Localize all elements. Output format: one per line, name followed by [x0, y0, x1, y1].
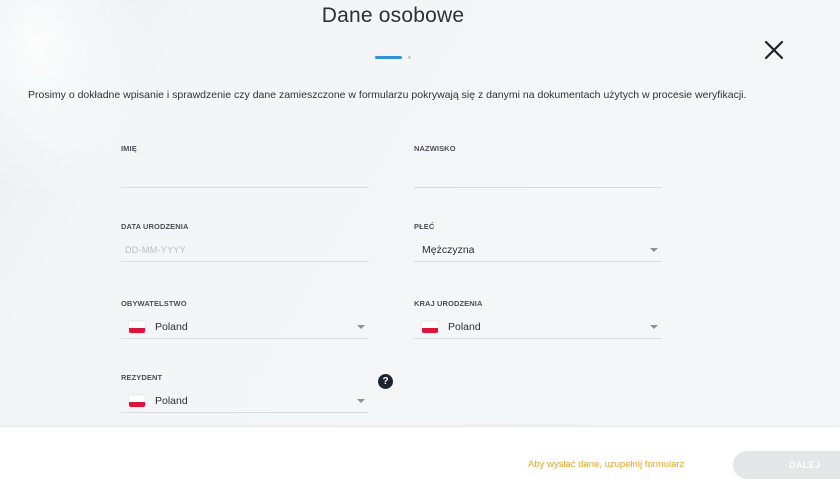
birth-country-field: KRAJ URODZENIA Poland — [414, 299, 662, 339]
page-title: Dane osobowe — [321, 4, 465, 27]
poland-flag-icon — [129, 321, 145, 333]
gender-label: PŁEĆ — [414, 222, 435, 231]
last-name-field: NAZWISKO — [414, 144, 662, 188]
poland-flag-icon — [129, 395, 145, 407]
birth-country-label: KRAJ URODZENIA — [414, 299, 483, 308]
poland-flag-icon — [422, 321, 438, 333]
birth-date-placeholder: DD-MM-YYYY — [125, 245, 186, 255]
first-name-label: IMIĘ — [121, 144, 137, 153]
birth-date-field: DATA URODZENIA DD-MM-YYYY — [121, 222, 369, 262]
chevron-down-icon — [357, 399, 365, 403]
last-name-input[interactable] — [414, 165, 662, 188]
citizenship-field: OBYWATELSTWO Poland — [121, 299, 369, 339]
citizenship-label: OBYWATELSTWO — [121, 299, 187, 308]
help-icon[interactable]: ? — [378, 374, 393, 389]
form-incomplete-message: Aby wysłać dane, uzupełnij formularz — [528, 459, 685, 470]
intro-text: Prosimy o dokładne wpisanie i sprawdzeni… — [28, 89, 747, 101]
gender-field: PŁEĆ Mężczyzna — [414, 222, 662, 262]
footer-bar: Aby wysłać dane, uzupełnij formularz DAL… — [0, 427, 840, 480]
close-button[interactable] — [762, 38, 786, 62]
citizenship-select[interactable]: Poland — [121, 316, 369, 339]
first-name-field: IMIĘ — [121, 144, 369, 188]
birth-date-input[interactable]: DD-MM-YYYY — [121, 239, 369, 262]
chevron-down-icon — [650, 248, 658, 252]
birth-country-select[interactable]: Poland — [414, 316, 662, 339]
title-accent-bar — [375, 56, 402, 59]
resident-label: REZYDENT — [121, 373, 163, 382]
last-name-label: NAZWISKO — [414, 144, 456, 153]
close-icon — [764, 40, 784, 60]
title-accent-dot — [408, 56, 411, 59]
first-name-input[interactable] — [121, 165, 369, 188]
gender-select[interactable]: Mężczyzna — [414, 239, 662, 262]
resident-value: Poland — [155, 395, 188, 407]
birth-country-value: Poland — [448, 321, 481, 333]
chevron-down-icon — [357, 325, 365, 329]
citizenship-value: Poland — [155, 321, 188, 333]
personal-data-page: Dane osobowe Prosimy o dokładne wpisanie… — [0, 0, 840, 480]
gender-value: Mężczyzna — [422, 244, 475, 256]
submit-button[interactable]: DALEJ — [733, 451, 840, 479]
resident-field: REZYDENT Poland — [121, 373, 369, 413]
resident-select[interactable]: Poland — [121, 390, 369, 413]
chevron-down-icon — [650, 325, 658, 329]
birth-date-label: DATA URODZENIA — [121, 222, 189, 231]
